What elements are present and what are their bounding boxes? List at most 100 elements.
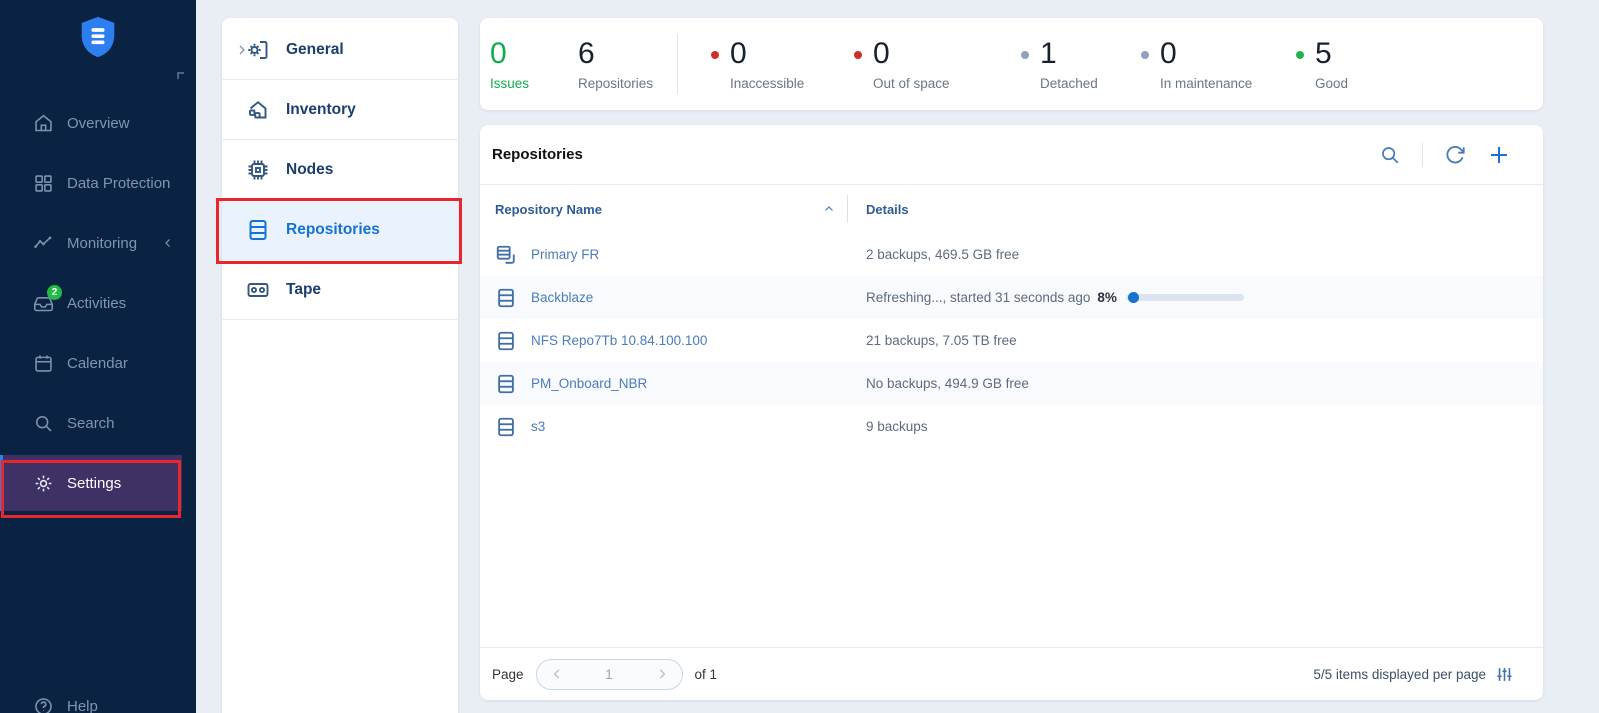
- grid-icon: [33, 173, 54, 194]
- repository-details-cell: 2 backups, 469.5 GB free: [847, 247, 1019, 262]
- sidebar-item-overview[interactable]: Overview: [0, 93, 196, 153]
- settings-nav-label: Tape: [286, 281, 321, 299]
- page-label: Page: [492, 667, 524, 682]
- sidebar-collapse-indicator[interactable]: [177, 72, 184, 79]
- refresh-icon[interactable]: [1444, 144, 1466, 166]
- stat-label: In maintenance: [1160, 76, 1252, 91]
- stat-value: 0: [730, 37, 804, 71]
- table-row[interactable]: PM_Onboard_NBR No backups, 494.9 GB free: [480, 362, 1543, 405]
- repository-name-link[interactable]: Primary FR: [531, 247, 599, 262]
- sidebar-item-label: Calendar: [67, 355, 128, 372]
- stat-label: Inaccessible: [730, 76, 804, 91]
- table-header: Repository Name Details: [480, 185, 1543, 233]
- sidebar-item-label: Help: [67, 698, 98, 713]
- sidebar-item-monitoring[interactable]: Monitoring: [0, 213, 196, 273]
- settings-nav-panel: General Inventory Nodes: [222, 18, 458, 713]
- search-icon[interactable]: [1379, 144, 1401, 166]
- table-row[interactable]: NFS Repo7Tb 10.84.100.100 21 backups, 7.…: [480, 319, 1543, 362]
- settings-nav-nodes[interactable]: Nodes: [222, 140, 458, 200]
- status-dot-red: [854, 51, 862, 59]
- sidebar-item-label: Search: [67, 415, 115, 432]
- repository-database-icon: [246, 218, 270, 242]
- panel-header: Repositories: [480, 125, 1543, 185]
- stat-out-of-space: 0 Out of space: [873, 37, 950, 91]
- repository-name-link[interactable]: Backblaze: [531, 290, 593, 305]
- repositories-panel: Repositories Repository N: [480, 125, 1543, 700]
- settings-nav-inventory[interactable]: Inventory: [222, 80, 458, 140]
- sidebar-item-help[interactable]: Help: [0, 676, 98, 713]
- refresh-progress-bar: [1126, 294, 1244, 301]
- add-repository-icon[interactable]: [1487, 143, 1511, 167]
- scale-out-repository-icon: [495, 244, 517, 266]
- monitoring-chart-icon: [33, 233, 54, 254]
- settings-nav-label: Repositories: [286, 221, 380, 239]
- sidebar-item-label: Settings: [67, 475, 121, 492]
- tape-cassette-icon: [246, 278, 270, 302]
- panel-toolbar: [1379, 143, 1511, 167]
- stat-in-maintenance: 0 In maintenance: [1160, 37, 1252, 91]
- inventory-icon: [246, 98, 270, 122]
- previous-page-icon[interactable]: [550, 667, 564, 681]
- repository-name-link[interactable]: PM_Onboard_NBR: [531, 376, 647, 391]
- progress-knob: [1128, 292, 1139, 303]
- next-page-icon[interactable]: [655, 667, 669, 681]
- items-per-page-label: 5/5 items displayed per page: [1313, 667, 1486, 682]
- app-logo-shield-icon[interactable]: [75, 12, 121, 62]
- activities-inbox-icon: 2: [33, 293, 54, 314]
- sidebar-item-settings[interactable]: Settings: [0, 455, 182, 511]
- table-row[interactable]: Primary FR 2 backups, 469.5 GB free: [480, 233, 1543, 276]
- stat-value: 5: [1315, 37, 1348, 71]
- nodes-chip-icon: [246, 158, 270, 182]
- repository-name-cell: Backblaze: [480, 287, 847, 309]
- stat-detached: 1 Detached: [1040, 37, 1098, 91]
- chevron-left-icon[interactable]: [162, 237, 174, 249]
- repository-name-cell: NFS Repo7Tb 10.84.100.100: [480, 330, 847, 352]
- calendar-icon: [33, 353, 54, 374]
- page-count-label: of 1: [695, 667, 718, 682]
- settings-nav-tape[interactable]: Tape: [222, 260, 458, 320]
- toolbar-divider: [1422, 143, 1423, 167]
- repository-name-cell: s3: [480, 416, 847, 438]
- repository-details-cell: Refreshing..., started 31 seconds ago 8%: [847, 290, 1244, 305]
- repository-details-cell: No backups, 494.9 GB free: [847, 376, 1029, 391]
- page-number-input[interactable]: [587, 667, 631, 682]
- help-icon: [33, 696, 54, 713]
- stat-label: Repositories: [578, 76, 653, 91]
- sidebar-item-activities[interactable]: 2 Activities: [0, 273, 196, 333]
- repository-name-cell: Primary FR: [480, 244, 847, 266]
- stat-label: Issues: [490, 76, 529, 91]
- stat-issues: 0 Issues: [490, 37, 529, 91]
- column-header-repository-name[interactable]: Repository Name: [480, 202, 847, 217]
- sidebar-item-search[interactable]: Search: [0, 393, 196, 453]
- primary-sidebar: Overview Data Protection: [0, 0, 196, 713]
- sidebar-item-calendar[interactable]: Calendar: [0, 333, 196, 393]
- stat-label: Good: [1315, 76, 1348, 91]
- status-dot-red: [711, 51, 719, 59]
- table-row[interactable]: Backblaze Refreshing..., started 31 seco…: [480, 276, 1543, 319]
- refresh-progress-percent: 8%: [1097, 290, 1117, 305]
- chevron-right-icon[interactable]: [222, 44, 246, 56]
- column-header-details[interactable]: Details: [848, 202, 909, 217]
- pagination-control: [536, 659, 683, 690]
- items-per-page-sliders-icon[interactable]: [1496, 666, 1513, 683]
- settings-nav-repositories[interactable]: Repositories: [222, 200, 458, 260]
- status-dot-gray: [1021, 51, 1029, 59]
- stat-value: 1: [1040, 37, 1098, 71]
- sidebar-item-label: Activities: [67, 295, 126, 312]
- settings-nav-general[interactable]: General: [222, 20, 458, 80]
- home-icon: [33, 113, 54, 134]
- sidebar-item-data-protection[interactable]: Data Protection: [0, 153, 196, 213]
- repository-stats-card: 0 Issues 6 Repositories 0 Inaccessible 0…: [480, 18, 1543, 110]
- stat-inaccessible: 0 Inaccessible: [730, 37, 804, 91]
- table-footer: Page of 1 5/5 items displayed per page: [480, 647, 1543, 700]
- status-dot-green: [1296, 51, 1304, 59]
- repository-name-link[interactable]: NFS Repo7Tb 10.84.100.100: [531, 333, 707, 348]
- stat-label: Detached: [1040, 76, 1098, 91]
- repository-database-icon: [495, 287, 517, 309]
- table-row[interactable]: s3 9 backups: [480, 405, 1543, 448]
- repository-details-cell: 21 backups, 7.05 TB free: [847, 333, 1017, 348]
- repository-name-link[interactable]: s3: [531, 419, 545, 434]
- search-icon: [33, 413, 54, 434]
- footer-right: 5/5 items displayed per page: [1313, 666, 1513, 683]
- sort-ascending-icon[interactable]: [823, 203, 835, 215]
